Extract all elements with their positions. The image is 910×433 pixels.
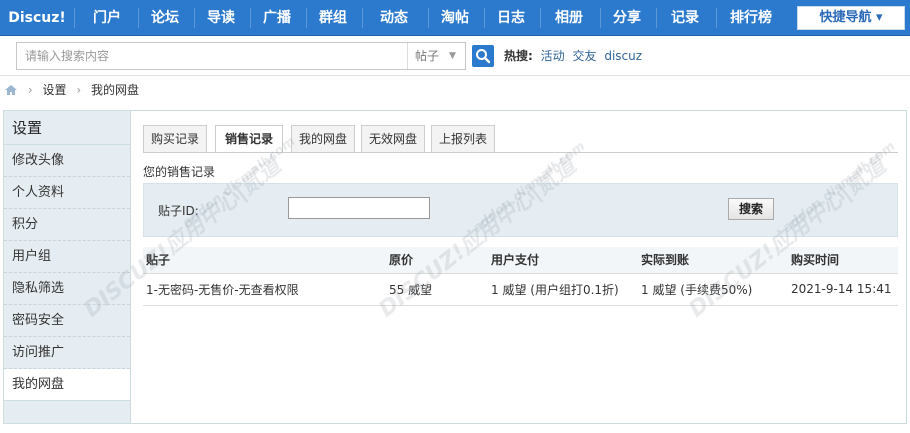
nav-separator (540, 8, 541, 28)
nav-separator (484, 8, 485, 28)
search-bar: 请输入搜索内容 帖子 ▼ 热搜: 活动 交友 discuz (0, 36, 910, 76)
breadcrumb-arrow-icon: › (27, 83, 33, 97)
hot-term[interactable]: discuz (604, 49, 642, 63)
nav-forum[interactable]: 论坛 (142, 0, 188, 36)
nav-separator (194, 8, 195, 28)
nav-share[interactable]: 分享 (604, 0, 650, 36)
hot-term[interactable]: 活动 (541, 49, 565, 63)
table-cell[interactable]: 1-无密码-无售价-无查看权限 (143, 273, 386, 306)
breadcrumb-item[interactable]: 设置 (42, 80, 66, 100)
table-row: 1-无密码-无售价-无查看权限 55 威望 1 威望 (用户组打0.1折) 1 … (143, 273, 898, 306)
filter-panel: 贴子ID: 搜索 (143, 183, 898, 237)
tab-sales-records[interactable]: 销售记录 (215, 125, 283, 153)
nav-blog[interactable]: 日志 (488, 0, 534, 36)
sidebar-item-usergroup[interactable]: 用户组 (4, 241, 130, 273)
main-panel: 购买记录 销售记录 我的网盘 无效网盘 上报列表 您的销售记录 贴子ID: 搜索… (131, 110, 907, 424)
search-button[interactable] (472, 45, 494, 67)
nav-records[interactable]: 记录 (660, 0, 710, 36)
table-cell: 1 威望 (手续费50%) (638, 273, 788, 306)
search-records-button[interactable]: 搜索 (728, 198, 774, 220)
sidebar-item-promotion[interactable]: 访问推广 (4, 337, 130, 369)
quick-nav-button[interactable]: 快捷导航 ▾ (797, 6, 905, 30)
nav-separator (716, 8, 717, 28)
hot-search-label: 热搜: (504, 49, 533, 63)
nav-activity[interactable]: 动态 (366, 0, 422, 36)
tab-my-netdisk[interactable]: 我的网盘 (291, 125, 355, 153)
post-id-label: 贴子ID: (158, 204, 199, 218)
nav-guide[interactable]: 导读 (198, 0, 244, 36)
sidebar-item-avatar[interactable]: 修改头像 (4, 145, 130, 177)
hot-search: 热搜: 活动 交友 discuz (504, 42, 642, 70)
nav-groups[interactable]: 群组 (310, 0, 356, 36)
sidebar-title: 设置 (4, 111, 130, 145)
nav-broadcast[interactable]: 广播 (254, 0, 300, 36)
tab-purchase-records[interactable]: 购买记录 (143, 125, 207, 153)
nav-separator (600, 8, 601, 28)
nav-separator (74, 8, 75, 28)
search-placeholder: 请输入搜索内容 (25, 49, 110, 63)
post-id-input[interactable] (288, 197, 430, 219)
tab-report-list[interactable]: 上报列表 (431, 125, 495, 153)
nav-logo-link[interactable]: Discuz! (6, 0, 68, 36)
sidebar-item-credits[interactable]: 积分 (4, 209, 130, 241)
column-header: 实际到账 (638, 247, 788, 274)
table-cell: 55 威望 (386, 273, 488, 306)
tab-invalid-netdisk[interactable]: 无效网盘 (361, 125, 425, 153)
section-subtitle: 您的销售记录 (143, 165, 216, 179)
nav-separator (250, 8, 251, 28)
column-header: 用户支付 (488, 247, 638, 274)
hot-term[interactable]: 交友 (572, 49, 596, 63)
nav-separator (362, 8, 363, 28)
settings-sidebar: 设置 修改头像 个人资料 积分 用户组 隐私筛选 密码安全 访问推广 我的网盘 (3, 110, 131, 424)
nav-separator (656, 8, 657, 28)
table-cell: 1 威望 (用户组打0.1折) (488, 273, 638, 306)
sidebar-item-privacy[interactable]: 隐私筛选 (4, 273, 130, 305)
column-header: 贴子 (143, 247, 386, 274)
breadcrumb: › 设置 › 我的网盘 (4, 80, 139, 100)
search-input[interactable]: 请输入搜索内容 帖子 ▼ (16, 42, 466, 70)
breadcrumb-item[interactable]: 我的网盘 (91, 80, 139, 100)
table-cell: 2021-9-14 15:41 (788, 273, 898, 306)
breadcrumb-arrow-icon: › (76, 83, 82, 97)
home-icon[interactable] (4, 80, 18, 103)
sidebar-item-profile[interactable]: 个人资料 (4, 177, 130, 209)
table-header-row: 贴子 原价 用户支付 实际到账 购买时间 (143, 247, 898, 274)
column-header: 原价 (386, 247, 488, 274)
sidebar-item-password[interactable]: 密码安全 (4, 305, 130, 337)
tab-underline (143, 152, 898, 153)
nav-separator (138, 8, 139, 28)
nav-ranking[interactable]: 排行榜 (720, 0, 782, 36)
search-icon (476, 49, 491, 64)
nav-album[interactable]: 相册 (544, 0, 594, 36)
nav-separator (306, 8, 307, 28)
sales-table: 贴子 原价 用户支付 实际到账 购买时间 1-无密码-无售价-无查看权限 55 … (143, 247, 898, 306)
sidebar-item-netdisk[interactable]: 我的网盘 (4, 369, 130, 401)
search-divider (407, 43, 408, 69)
top-nav: Discuz! 门户 论坛 导读 广播 群组 动态 淘帖 日志 相册 分享 记录… (0, 0, 910, 36)
search-type-select[interactable]: 帖子 (415, 43, 439, 69)
nav-portal[interactable]: 门户 (82, 0, 132, 36)
nav-collection[interactable]: 淘帖 (432, 0, 478, 36)
chevron-down-icon[interactable]: ▼ (449, 43, 456, 69)
nav-separator (428, 8, 429, 28)
column-header: 购买时间 (788, 247, 898, 274)
